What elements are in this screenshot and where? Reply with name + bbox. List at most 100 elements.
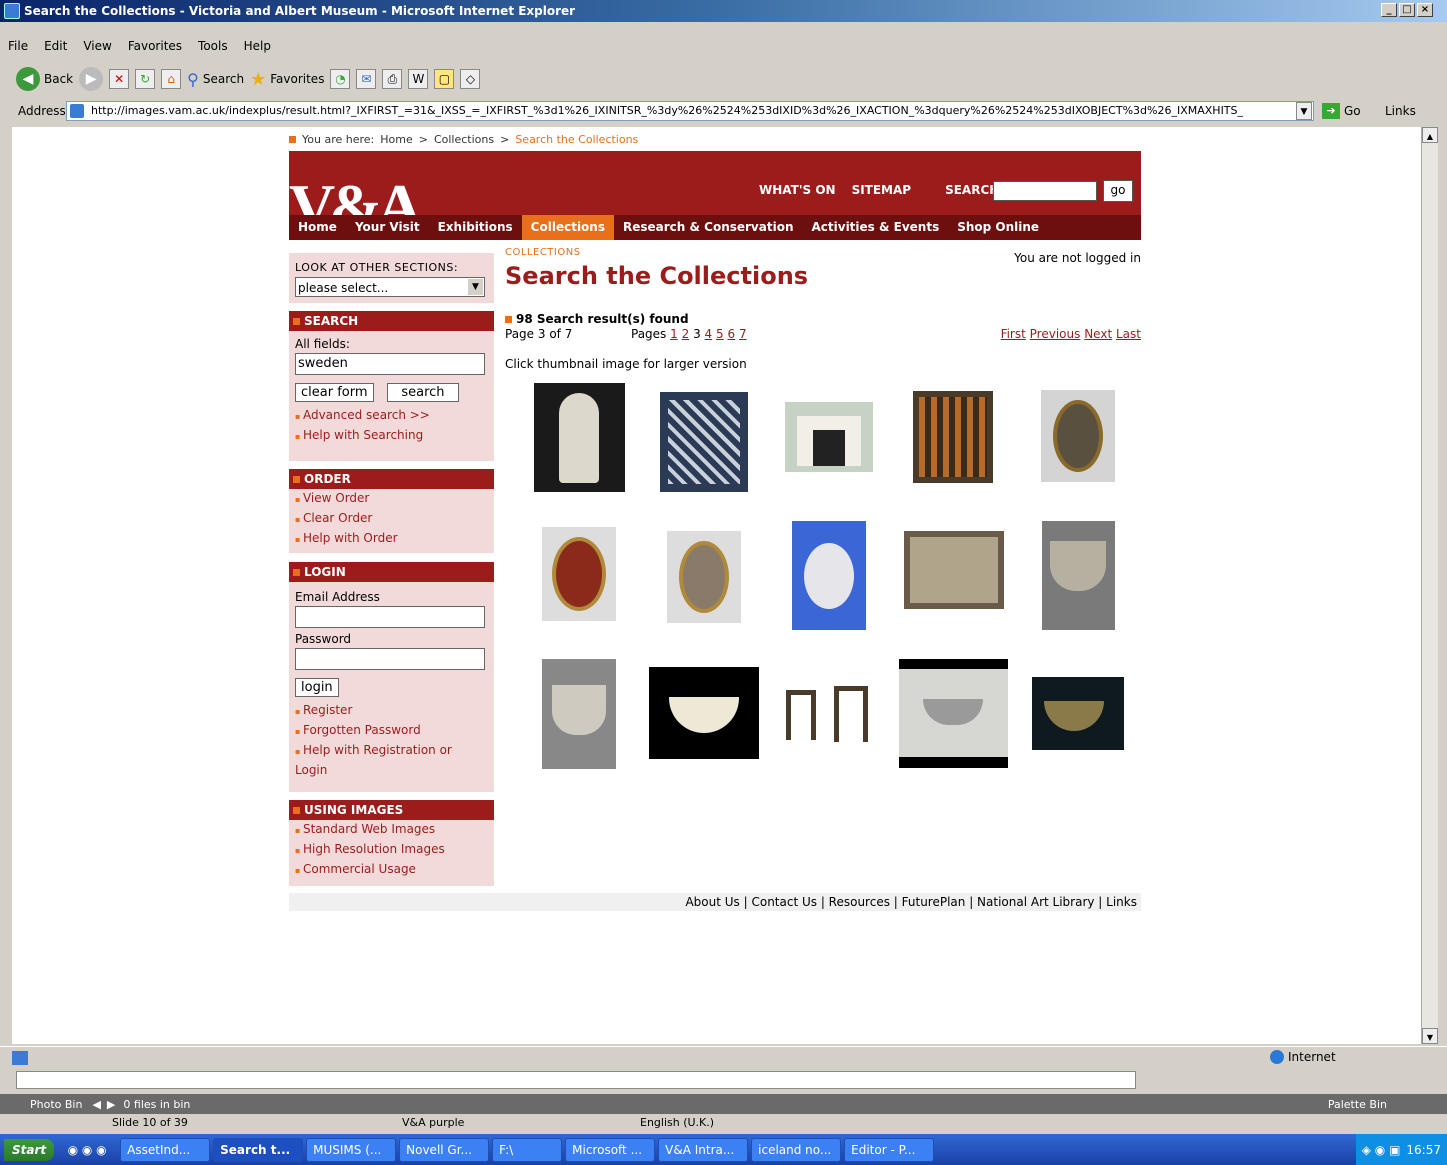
commercial-usage-link[interactable]: Commercial Usage — [289, 860, 494, 880]
register-link[interactable]: Register — [289, 701, 494, 721]
task-novell[interactable]: Novell Gr... — [399, 1137, 490, 1162]
all-fields-input[interactable]: sweden — [295, 353, 485, 375]
thumbnail[interactable] — [1032, 677, 1124, 750]
next-icon[interactable]: ▶ — [107, 1098, 115, 1111]
previous-link[interactable]: Previous — [1030, 327, 1081, 341]
task-search[interactable]: Search t... — [213, 1137, 304, 1162]
page-link-5[interactable]: 5 — [716, 327, 724, 341]
mail-icon[interactable]: ✉ — [356, 69, 377, 89]
menu-view[interactable]: View — [75, 39, 119, 53]
login-button[interactable]: login — [295, 678, 339, 697]
email-field[interactable] — [295, 606, 485, 628]
task-va-intra[interactable]: V&A Intra... — [658, 1137, 749, 1162]
thumbnail[interactable] — [667, 531, 741, 623]
task-editor[interactable]: Editor - P... — [844, 1137, 935, 1162]
help-order-link[interactable]: Help with Order — [289, 529, 494, 549]
scroll-down-icon[interactable]: ▼ — [1422, 1028, 1438, 1044]
thumbnail[interactable] — [913, 391, 993, 483]
next-link[interactable]: Next — [1084, 327, 1112, 341]
links-button[interactable]: Links — [1385, 104, 1416, 118]
nav-exhibitions[interactable]: Exhibitions — [429, 215, 522, 240]
refresh-icon[interactable]: ↻ — [135, 69, 156, 89]
maximize-button[interactable]: □ — [1399, 3, 1415, 17]
page-link-6[interactable]: 6 — [727, 327, 735, 341]
url-input[interactable]: http://images.vam.ac.uk/indexplus/result… — [66, 101, 1314, 121]
search-toolbar-button[interactable]: ⚲ Search — [187, 70, 244, 89]
menu-help[interactable]: Help — [236, 39, 279, 53]
task-musims[interactable]: MUSIMS (... — [306, 1137, 397, 1162]
back-button[interactable]: ◀ Back — [16, 67, 73, 91]
nav-activities[interactable]: Activities & Events — [803, 215, 949, 240]
sections-select[interactable]: please select... ▼ — [295, 277, 485, 297]
favorites-button[interactable]: ★ Favorites — [250, 69, 324, 90]
thumbnail[interactable] — [776, 682, 882, 748]
print-icon[interactable]: ⎙ — [382, 69, 403, 89]
task-assetind[interactable]: AssetInd... — [120, 1137, 211, 1162]
close-button[interactable]: × — [1417, 3, 1433, 17]
thumbnail[interactable] — [542, 659, 616, 769]
edit-icon[interactable]: W — [408, 69, 429, 89]
view-order-link[interactable]: View Order — [289, 489, 494, 509]
photo-bin-label[interactable]: Photo Bin — [30, 1098, 82, 1111]
thumbnail[interactable] — [904, 531, 1004, 609]
menu-edit[interactable]: Edit — [36, 39, 75, 53]
thumbnail[interactable] — [649, 667, 759, 759]
thumbnail[interactable] — [542, 527, 616, 621]
site-search-input[interactable] — [993, 181, 1097, 201]
menu-file[interactable]: File — [0, 39, 36, 53]
last-link[interactable]: Last — [1116, 327, 1141, 341]
task-iceland[interactable]: iceland no... — [751, 1137, 842, 1162]
palette-bin-label[interactable]: Palette Bin — [1328, 1098, 1387, 1111]
page-footer[interactable]: About Us | Contact Us | Resources | Futu… — [289, 893, 1141, 911]
site-search-go-button[interactable]: go — [1103, 180, 1133, 202]
whats-on-link[interactable]: WHAT'S ON — [759, 183, 836, 197]
url-dropdown-icon[interactable]: ▼ — [1296, 102, 1312, 120]
help-searching-link[interactable]: Help with Searching — [289, 426, 494, 446]
help-registration-link[interactable]: Help with Registration or Login — [289, 741, 469, 780]
start-button[interactable]: Start — [4, 1138, 55, 1161]
sitemap-link[interactable]: SITEMAP — [852, 183, 912, 197]
history-icon[interactable]: ◔ — [330, 69, 351, 89]
menu-tools[interactable]: Tools — [190, 39, 236, 53]
standard-images-link[interactable]: Standard Web Images — [289, 820, 494, 840]
forward-arrow-icon[interactable]: ▶ — [79, 67, 104, 91]
nav-shop[interactable]: Shop Online — [948, 215, 1048, 240]
menu-favorites[interactable]: Favorites — [120, 39, 190, 53]
hires-images-link[interactable]: High Resolution Images — [289, 840, 494, 860]
messenger-icon[interactable]: ◇ — [460, 69, 481, 89]
thumbnail[interactable] — [785, 402, 873, 472]
thumbnail[interactable] — [660, 392, 748, 492]
thumbnail[interactable] — [792, 521, 866, 630]
nav-your-visit[interactable]: Your Visit — [346, 215, 429, 240]
page-link-2[interactable]: 2 — [682, 327, 690, 341]
task-drive[interactable]: F:\ — [492, 1137, 563, 1162]
nav-research[interactable]: Research & Conservation — [614, 215, 803, 240]
page-link-7[interactable]: 7 — [739, 327, 747, 341]
tray-icons[interactable]: ◈ ◉ ▣ — [1362, 1143, 1401, 1157]
nav-collections[interactable]: Collections — [521, 215, 614, 240]
page-link-1[interactable]: 1 — [670, 327, 678, 341]
go-button[interactable]: ➔ Go — [1322, 103, 1361, 119]
search-button[interactable]: search — [387, 383, 459, 402]
clear-form-button[interactable]: clear form — [295, 383, 374, 402]
stop-icon[interactable]: ✕ — [109, 69, 130, 89]
nav-home[interactable]: Home — [289, 215, 346, 240]
thumbnail[interactable] — [899, 659, 1008, 768]
thumbnail[interactable] — [1042, 521, 1115, 630]
page-link-4[interactable]: 4 — [705, 327, 713, 341]
advanced-search-link[interactable]: Advanced search >> — [289, 406, 494, 426]
first-link[interactable]: First — [1001, 327, 1026, 341]
home-icon[interactable]: ⌂ — [161, 69, 182, 89]
forgot-password-link[interactable]: Forgotten Password — [289, 721, 494, 741]
password-field[interactable] — [295, 648, 485, 670]
task-microsoft[interactable]: Microsoft ... — [565, 1137, 656, 1162]
minimize-button[interactable]: _ — [1381, 3, 1397, 17]
discuss-icon[interactable]: ▢ — [434, 69, 455, 89]
quicklaunch-icons[interactable]: ◉ ◉ ◉ — [57, 1143, 117, 1157]
crumb-collections[interactable]: Collections — [434, 133, 494, 146]
clear-order-link[interactable]: Clear Order — [289, 509, 494, 529]
horizontal-scrollbar[interactable] — [16, 1071, 1136, 1089]
vertical-scrollbar[interactable]: ▲ ▼ — [1421, 127, 1438, 1044]
crumb-home[interactable]: Home — [380, 133, 412, 146]
prev-icon[interactable]: ◀ — [92, 1098, 100, 1111]
